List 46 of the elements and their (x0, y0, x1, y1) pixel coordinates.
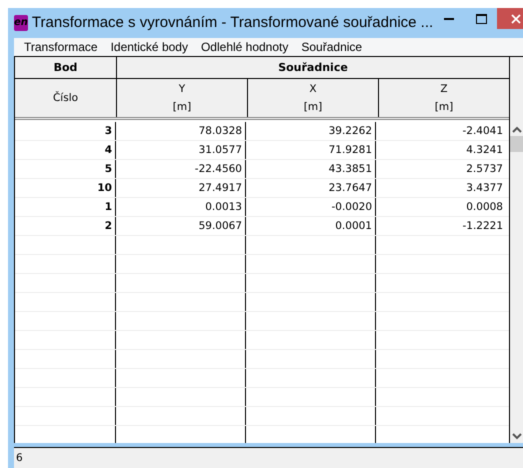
column-header[interactable]: Bod (15, 57, 117, 78)
unit-label: [m] (172, 100, 192, 116)
table-cell-text: -1.2221 (461, 219, 504, 234)
table-cell: 71.9281 (246, 141, 376, 160)
status-text: 6 (16, 452, 23, 464)
scroll-up-icon[interactable] (512, 126, 522, 134)
menu-item[interactable]: Identické body (104, 40, 195, 54)
table-cell-text: 0.0008 (465, 200, 504, 216)
column-header[interactable]: Souřadnice (117, 57, 509, 78)
scroll-thumb[interactable] (510, 136, 523, 152)
menu-item[interactable]: Transformace (18, 40, 105, 54)
unit-label: [m] (434, 100, 454, 116)
table-cell: 31.0577 (116, 141, 246, 160)
table-cell: 39.2262 (246, 122, 376, 140)
unit-label: [m] (304, 100, 322, 116)
table-cell-text: 4.3241 (465, 143, 504, 158)
table-cell: -22.4560 (116, 160, 246, 178)
table-cell: 43.3851 (246, 160, 376, 178)
table-cell: 3 (15, 122, 116, 140)
table-cell: 27.4917 (116, 179, 246, 198)
scrollbar[interactable] (510, 57, 523, 444)
table-cell: 23.7647 (246, 179, 376, 198)
menu-item[interactable]: Souřadnice (295, 40, 370, 54)
table-cell: 0.0013 (116, 198, 246, 216)
table-cell: 78.0328 (116, 122, 246, 140)
table-cell: 2 (15, 217, 116, 236)
maximize-icon (476, 14, 487, 24)
table-cell: 59.0067 (116, 217, 246, 236)
table-cell: 5 (15, 160, 116, 178)
table-cell: 10 (15, 179, 116, 198)
close-icon (511, 14, 522, 24)
table-cell-text: 3.4377 (465, 181, 504, 196)
table-cell: 1 (15, 198, 116, 216)
menu-item[interactable]: Odlehlé hodnoty (194, 40, 296, 54)
table-cell-text: 2.5737 (465, 162, 504, 178)
table-cell: 4 (15, 141, 116, 160)
table-cell-text: -2.4041 (461, 124, 504, 140)
window-title: Transformace s vyrovnáním - Transformované souřadnice ... (32, 14, 434, 32)
column-header[interactable]: Z (440, 80, 448, 98)
app-icon: en (14, 14, 28, 31)
column-header[interactable]: Číslo (15, 79, 117, 118)
column-header[interactable]: X (309, 80, 317, 98)
table-cell: 0.0001 (246, 217, 376, 236)
scroll-down-icon[interactable] (512, 433, 522, 440)
column-header[interactable]: Y (178, 80, 186, 98)
table-cell: -0.0020 (246, 198, 376, 216)
